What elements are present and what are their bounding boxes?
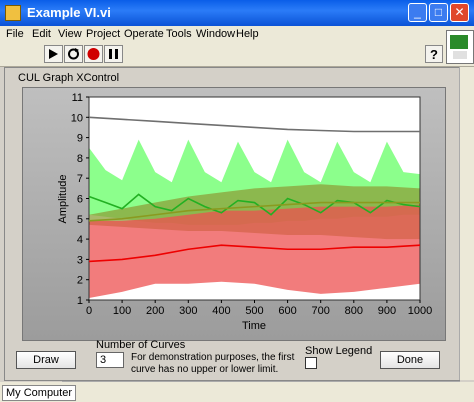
x-tick-label: 900 [378, 305, 396, 317]
x-tick-label: 700 [312, 305, 330, 317]
toolbar: ? [0, 42, 474, 67]
done-button[interactable]: Done [380, 351, 440, 369]
draw-button[interactable]: Draw [16, 351, 76, 369]
run-continuously-button[interactable] [64, 45, 83, 63]
y-tick-label: 11 [72, 92, 83, 104]
x-tick-label: 0 [86, 305, 92, 317]
y-tick-label: 8 [77, 153, 83, 165]
window-title: Example VI.vi [27, 5, 111, 20]
x-axis-label: Time [242, 320, 266, 332]
y-tick-label: 6 [77, 194, 83, 206]
show-legend-checkbox[interactable] [305, 357, 317, 369]
title-bar: Example VI.vi _ □ ✕ [0, 0, 474, 26]
show-legend-label: Show Legend [305, 345, 373, 357]
note-line-1: For demonstration purposes, the first [131, 352, 295, 363]
x-tick-label: 400 [212, 305, 230, 317]
graph-label: CUL Graph XControl [18, 72, 120, 84]
menu-view[interactable]: View [58, 28, 82, 40]
menu-window[interactable]: Window [196, 28, 235, 40]
menu-bar: File Edit View Project Operate Tools Win… [0, 26, 474, 42]
target-location: My Computer [2, 385, 77, 401]
maximize-button[interactable]: □ [429, 3, 448, 22]
close-button[interactable]: ✕ [450, 3, 469, 22]
x-tick-label: 500 [245, 305, 263, 317]
vi-connector-icon [446, 30, 474, 64]
abort-button[interactable] [84, 45, 103, 63]
note-line-2: curve has no upper or lower limit. [131, 364, 279, 375]
number-of-curves-input[interactable]: 3 [96, 352, 124, 368]
menu-tools[interactable]: Tools [166, 28, 192, 40]
amplitude-time-graph[interactable]: 0 100 200 300 400 500 600 700 800 900 1000 1 2 3 4 5 6 7 8… [22, 87, 444, 339]
help-question-icon: ? [430, 47, 438, 62]
context-help-button[interactable]: ? [425, 45, 443, 63]
y-tick-label: 1 [77, 295, 83, 307]
y-tick-label: 2 [77, 275, 83, 287]
x-tick-label: 600 [278, 305, 296, 317]
y-tick-label: 4 [77, 234, 83, 246]
stop-icon [87, 48, 100, 60]
menu-edit[interactable]: Edit [32, 28, 51, 40]
y-tick-label: 3 [77, 254, 83, 266]
pause-icon [109, 49, 118, 59]
x-tick-label: 800 [345, 305, 363, 317]
x-tick-label: 100 [113, 305, 131, 317]
y-tick-label: 7 [77, 173, 83, 185]
y-axis-label: Amplitude [57, 175, 69, 224]
svg-text:?: ? [430, 47, 438, 62]
minimize-button[interactable]: _ [408, 3, 427, 22]
pause-button[interactable] [104, 45, 123, 63]
y-tick-label: 9 [77, 133, 83, 145]
status-bar: My Computer [0, 382, 474, 402]
x-tick-label: 1000 [408, 305, 432, 317]
run-arrow-icon [49, 49, 58, 59]
menu-file[interactable]: File [6, 28, 24, 40]
run-continuously-icon [68, 48, 79, 60]
number-of-curves-label: Number of Curves [96, 339, 186, 351]
menu-project[interactable]: Project [86, 28, 120, 40]
y-tick-label: 10 [71, 112, 83, 124]
menu-help[interactable]: Help [236, 28, 259, 40]
labview-vi-icon [5, 5, 21, 21]
menu-operate[interactable]: Operate [124, 28, 164, 40]
x-tick-label: 300 [179, 305, 197, 317]
y-tick-label: 5 [77, 214, 83, 226]
vertical-scrollbar[interactable] [459, 67, 474, 380]
run-button[interactable] [44, 45, 63, 63]
x-tick-label: 200 [146, 305, 164, 317]
